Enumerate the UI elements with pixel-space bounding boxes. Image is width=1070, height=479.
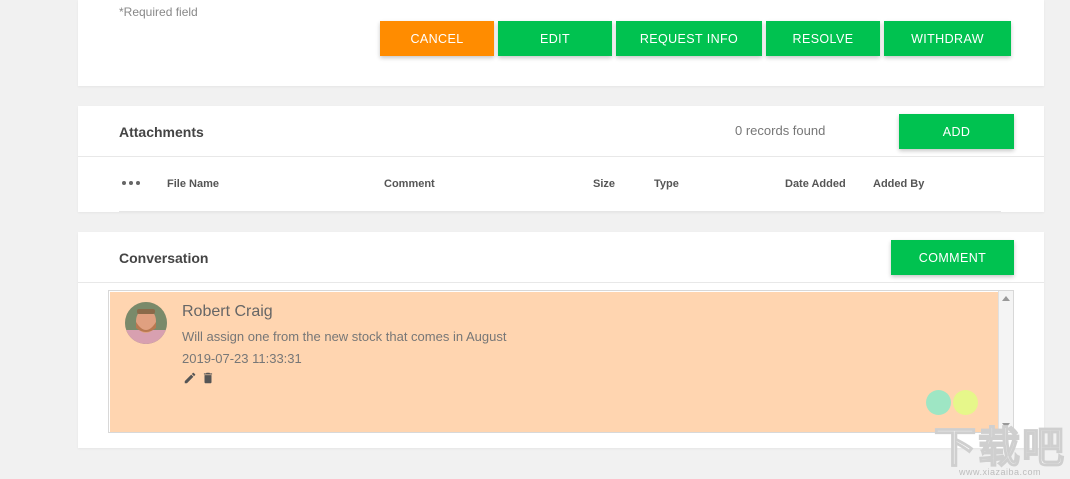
table-header-line (119, 211, 1001, 212)
delete-icon[interactable] (201, 371, 215, 385)
col-date-added[interactable]: Date Added (785, 178, 846, 190)
request-info-button[interactable]: REQUEST INFO (616, 21, 762, 56)
attachments-divider (78, 156, 1044, 157)
conversation-divider (78, 282, 1044, 283)
records-count: 0 records found (735, 123, 826, 138)
conversation-entry: Robert Craig Will assign one from the ne… (110, 292, 998, 432)
conversation-scrollbar[interactable] (998, 291, 1013, 432)
status-dot-yellow-icon (953, 390, 978, 415)
edit-button[interactable]: EDIT (498, 21, 612, 56)
avatar (125, 302, 167, 344)
comment-author: Robert Craig (182, 303, 273, 320)
watermark-text: 下载吧 (933, 424, 1066, 471)
edit-icon[interactable] (183, 371, 197, 385)
cancel-button[interactable]: CANCEL (380, 21, 494, 56)
required-field-note: *Required field (119, 5, 198, 19)
status-dot-green-icon (926, 390, 951, 415)
col-file-name[interactable]: File Name (167, 178, 219, 190)
more-options-icon[interactable] (122, 181, 140, 185)
col-type[interactable]: Type (654, 178, 679, 190)
conversation-title: Conversation (119, 250, 209, 266)
conversation-card: Conversation COMMENT Robert Craig Will a… (78, 232, 1044, 448)
comment-message: Will assign one from the new stock that … (182, 329, 507, 344)
col-comment[interactable]: Comment (384, 178, 435, 190)
comment-timestamp: 2019-07-23 11:33:31 (182, 351, 302, 366)
col-size[interactable]: Size (593, 178, 615, 190)
resolve-button[interactable]: RESOLVE (766, 21, 880, 56)
add-attachment-button[interactable]: ADD (899, 114, 1014, 149)
comment-button[interactable]: COMMENT (891, 240, 1014, 275)
attachments-card: Attachments 0 records found ADD File Nam… (78, 106, 1044, 212)
watermark-logo: 下载吧 www.xiazaiba.com (933, 424, 1066, 477)
form-actions-card: *Required field CANCEL EDIT REQUEST INFO… (78, 0, 1044, 86)
col-added-by[interactable]: Added By (873, 178, 924, 190)
withdraw-button[interactable]: WITHDRAW (884, 21, 1011, 56)
conversation-list[interactable]: Robert Craig Will assign one from the ne… (108, 290, 1014, 433)
attachments-title: Attachments (119, 124, 204, 140)
scroll-up-icon[interactable] (1002, 296, 1010, 301)
